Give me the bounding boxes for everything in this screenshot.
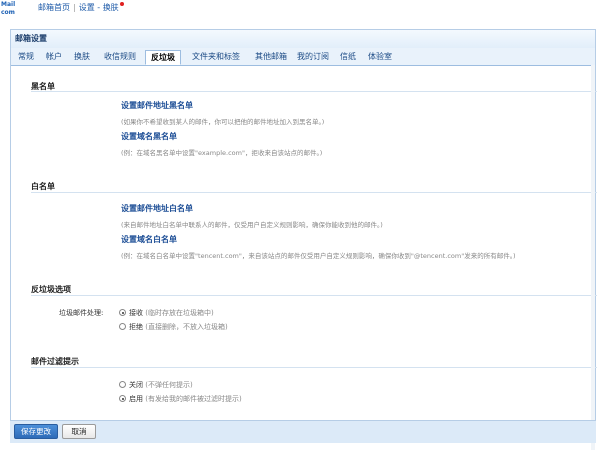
breadcrumb-settings-link[interactable]: 设置 [79,3,95,12]
filter-hint-off-desc: (不弹任何提示) [145,381,193,389]
filter-hint-on-label: 启用 [129,395,143,403]
section-divider [31,91,597,92]
tab-stationery[interactable]: 信纸 [335,50,361,65]
filter-hint-section-title: 邮件过滤提示 [31,357,79,366]
spam-reject-option[interactable]: 拒绝 (直接删除，不放入垃圾箱) [129,322,228,332]
whitelist-address-note: (来自邮件地址白名单中联系人的邮件，仅受用户自定义规则影响，确保你能收到他的邮件… [121,221,383,229]
antispam-section-title: 反垃圾选项 [31,285,71,294]
blacklist-address-link[interactable]: 设置邮件地址黑名单 [121,100,193,111]
mail-logo[interactable]: Mail com [0,0,22,20]
panel-title: 邮箱设置 [11,30,595,48]
whitelist-address-link[interactable]: 设置邮件地址白名单 [121,203,193,214]
section-divider [31,192,597,193]
whitelist-domain-link[interactable]: 设置域名白名单 [121,234,177,245]
section-divider [31,367,597,368]
logo-line2: com [1,9,15,16]
blacklist-domain-link[interactable]: 设置域名黑名单 [121,131,177,142]
spam-handling-label: 垃圾邮件处理: [59,309,104,317]
scrollbar[interactable] [591,65,595,450]
spam-reject-label: 拒绝 [129,323,143,331]
tab-account[interactable]: 帐户 [41,50,67,65]
filter-hint-on-radio[interactable] [119,395,126,402]
tab-skin[interactable]: 换肤 [69,50,95,65]
new-indicator-dot-icon [119,2,124,6]
whitelist-domain-note: (例：在域名白名单中设置"tencent.com"，来自该站点的邮件仅受用户自定… [121,252,516,260]
tab-other-mailboxes[interactable]: 其他邮箱 [251,50,291,65]
tab-folders-labels[interactable]: 文件夹和标签 [183,50,249,65]
settings-tabs: 常规 帐户 换肤 收信规则 反垃圾 文件夹和标签 其他邮箱 我的订阅 信纸 体验… [11,48,595,66]
save-changes-button[interactable]: 保存更改 [14,424,58,439]
spam-accept-option[interactable]: 接收 (临时存放在垃圾箱中) [129,308,214,318]
breadcrumb-current[interactable]: 换肤 [103,3,119,12]
blacklist-domain-note: (例：在域名黑名单中设置"example.com"，拒收来自该站点的邮件。) [121,149,323,157]
breadcrumb: 邮箱首页 | 设置 - 换肤 [38,2,124,13]
breadcrumb-home-link[interactable]: 邮箱首页 [38,3,70,12]
spam-accept-radio[interactable] [119,309,126,316]
whitelist-section-title: 白名单 [31,182,55,191]
spam-accept-desc: (临时存放在垃圾箱中) [145,309,214,317]
filter-hint-on-option[interactable]: 启用 (有发给我的邮件被过滤时提示) [129,394,242,404]
tab-general[interactable]: 常规 [13,50,39,65]
filter-hint-off-label: 关闭 [129,381,143,389]
logo-line1: Mail [1,1,16,8]
tab-antispam[interactable]: 反垃圾 [145,50,181,65]
blacklist-address-note: (如果你不希望收到某人的邮件，你可以把他的邮件地址加入到黑名单。) [121,118,325,126]
spam-accept-label: 接收 [129,309,143,317]
section-divider [31,295,597,296]
tab-labs[interactable]: 体验室 [363,50,397,65]
tab-inbox-rules[interactable]: 收信规则 [97,50,143,65]
breadcrumb-separator: | [73,3,76,12]
tab-subscriptions[interactable]: 我的订阅 [293,50,333,65]
filter-hint-off-radio[interactable] [119,381,126,388]
top-bar: Mail com 邮箱首页 | 设置 - 换肤 [0,0,600,20]
settings-panel: 邮箱设置 常规 帐户 换肤 收信规则 反垃圾 文件夹和标签 其他邮箱 我的订阅 … [10,29,597,450]
filter-hint-off-option[interactable]: 关闭 (不弹任何提示) [129,380,193,390]
spam-reject-radio[interactable] [119,323,126,330]
breadcrumb-dash: - [97,3,101,12]
filter-hint-on-desc: (有发给我的邮件被过滤时提示) [145,395,242,403]
footer-bar: 保存更改 取消 [10,420,596,443]
spam-reject-desc: (直接删除，不放入垃圾箱) [145,323,228,331]
cancel-button[interactable]: 取消 [62,424,96,439]
